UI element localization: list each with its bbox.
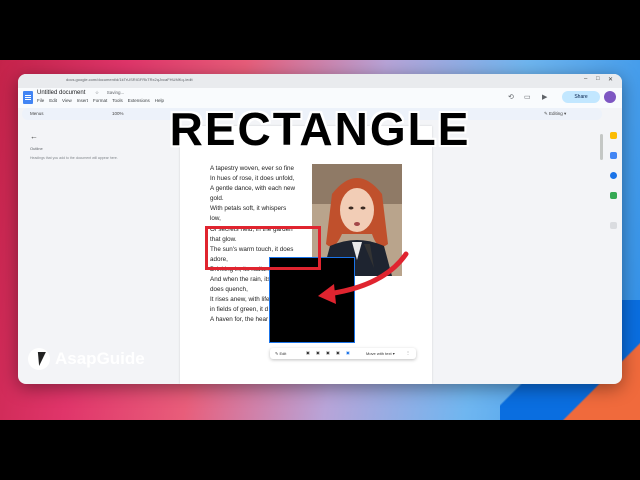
- position-select[interactable]: Move with text ▾: [366, 351, 395, 356]
- video-headline: RECTANGLE: [169, 103, 471, 155]
- red-arrow-icon: [318, 251, 409, 304]
- wrap-text-icon[interactable]: ▣: [316, 350, 320, 355]
- history-icon[interactable]: ⟲: [508, 93, 514, 101]
- break-text-icon[interactable]: ▣: [326, 350, 330, 355]
- poem-line: A tapestry woven, ever so fine: [210, 165, 295, 172]
- address-bar[interactable]: docs.google.com/document/d/1kTrUSRIGFRkT…: [18, 74, 622, 88]
- red-highlight-box: [205, 226, 321, 270]
- maps-icon[interactable]: [610, 192, 617, 199]
- poem-line: A gentle dance, with each new: [210, 185, 296, 193]
- save-status: Saving...: [106, 90, 125, 95]
- outline-hint: Headings that you add to the document wi…: [30, 156, 118, 160]
- minimize-icon[interactable]: –: [584, 76, 587, 82]
- add-addon-icon[interactable]: [610, 222, 617, 229]
- poem-line: gold.: [210, 195, 224, 203]
- meet-icon[interactable]: ▶: [542, 93, 547, 101]
- poem-line: low,: [210, 215, 221, 223]
- behind-text-icon[interactable]: ▣: [336, 350, 340, 355]
- url-text[interactable]: docs.google.com/document/d/1kTrUSRIGFRkT…: [66, 77, 193, 82]
- more-options-icon[interactable]: ⋮: [406, 350, 410, 355]
- contacts-icon[interactable]: [610, 172, 617, 179]
- brand-name: AsapGuide: [55, 349, 145, 368]
- star-icon[interactable]: ☆: [95, 90, 99, 95]
- document-title[interactable]: Untitled document ☆ Saving...: [37, 90, 124, 96]
- asapguide-logo-icon: [28, 348, 50, 370]
- front-text-icon[interactable]: ▣: [346, 350, 350, 355]
- side-panel-rail: [606, 122, 622, 384]
- wrap-inline-icon[interactable]: ▣: [306, 350, 310, 355]
- outline-pane: ← Outline Headings that you add to the d…: [18, 122, 180, 384]
- edit-image-button[interactable]: ✎ Edit: [275, 351, 286, 356]
- image-options-toolbar: ✎ Edit ▣ ▣ ▣ ▣ ▣ Move with text ▾ ⋮: [270, 348, 416, 359]
- poem-line: With petals soft, it whispers: [210, 205, 287, 213]
- close-icon[interactable]: ✕: [608, 76, 613, 83]
- maximize-icon[interactable]: □: [596, 76, 600, 82]
- comment-icon[interactable]: ▭: [524, 93, 531, 101]
- poem-line: In hues of rose, it does unfold,: [210, 175, 295, 183]
- brand-watermark: AsapGuide: [28, 346, 145, 372]
